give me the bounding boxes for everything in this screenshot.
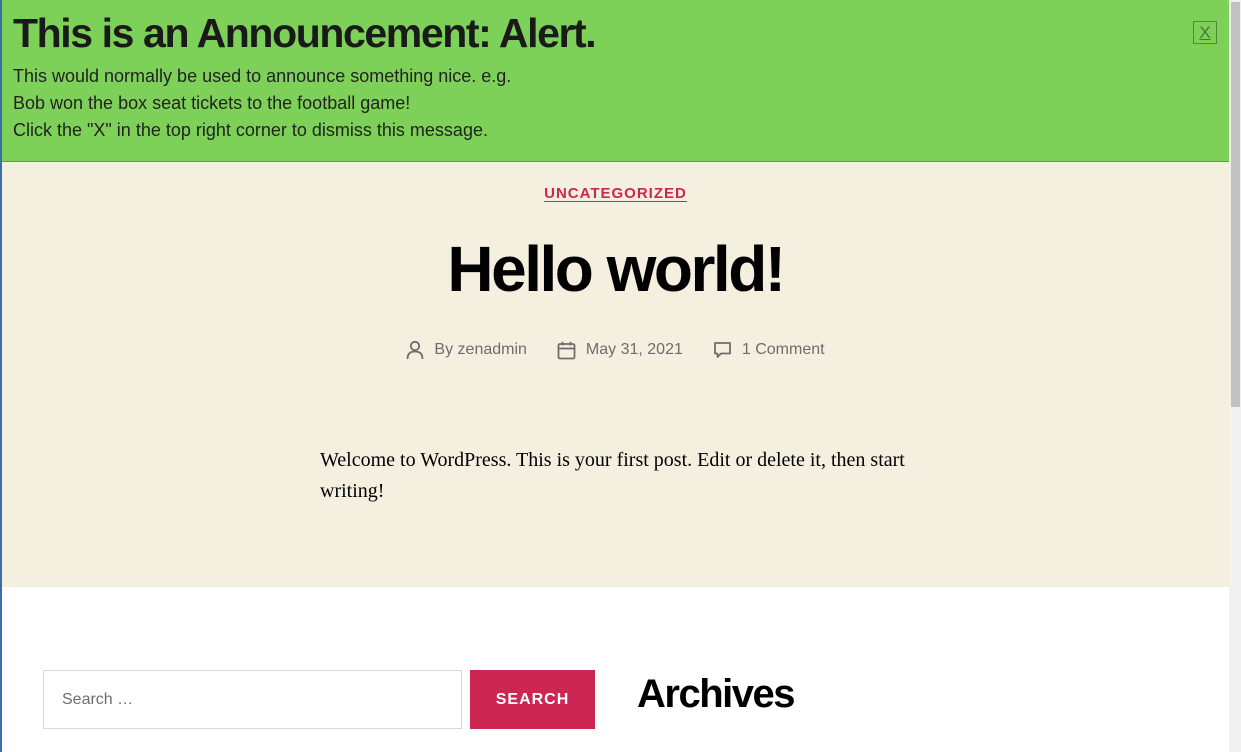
announcement-line: Click the "X" in the top right corner to…: [13, 120, 488, 140]
scrollbar-thumb[interactable]: [1231, 2, 1240, 407]
post-author: By zenadmin: [406, 340, 527, 360]
post-content: Welcome to WordPress. This is your first…: [320, 449, 905, 502]
comment-bubble-icon: [713, 342, 731, 358]
announcement-line: Bob won the box seat tickets to the foot…: [13, 93, 411, 113]
vertical-scrollbar[interactable]: [1229, 0, 1241, 752]
person-icon: [407, 340, 424, 360]
search-button[interactable]: SEARCH: [470, 670, 595, 729]
search-input[interactable]: [43, 670, 462, 729]
dismiss-announcement-button[interactable]: X: [1193, 21, 1217, 44]
post-date-link[interactable]: May 31, 2021: [586, 341, 683, 359]
post-date: May 31, 2021: [557, 340, 683, 360]
archives-widget-title: Archives: [637, 672, 795, 716]
calendar-icon: [557, 341, 576, 359]
post-title[interactable]: Hello world!: [2, 232, 1229, 306]
post-comments-link[interactable]: 1 Comment: [742, 341, 825, 359]
announcement-line: This would normally be used to announce …: [13, 66, 512, 86]
announcement-banner: This is an Announcement: Alert. This wou…: [2, 0, 1229, 162]
announcement-message: This would normally be used to announce …: [13, 63, 511, 144]
category-link[interactable]: UNCATEGORIZED: [544, 185, 687, 202]
page-viewport: This is an Announcement: Alert. This wou…: [2, 0, 1229, 752]
post-category: UNCATEGORIZED: [2, 185, 1229, 202]
post-meta: By zenadmin May 31, 2021 1 Comment: [2, 340, 1229, 360]
announcement-title: This is an Announcement: Alert.: [13, 10, 597, 56]
post-header: UNCATEGORIZED Hello world! By zenadmin M…: [2, 162, 1229, 587]
post-comments: 1 Comment: [713, 340, 825, 360]
post-author-link[interactable]: By zenadmin: [434, 341, 527, 359]
